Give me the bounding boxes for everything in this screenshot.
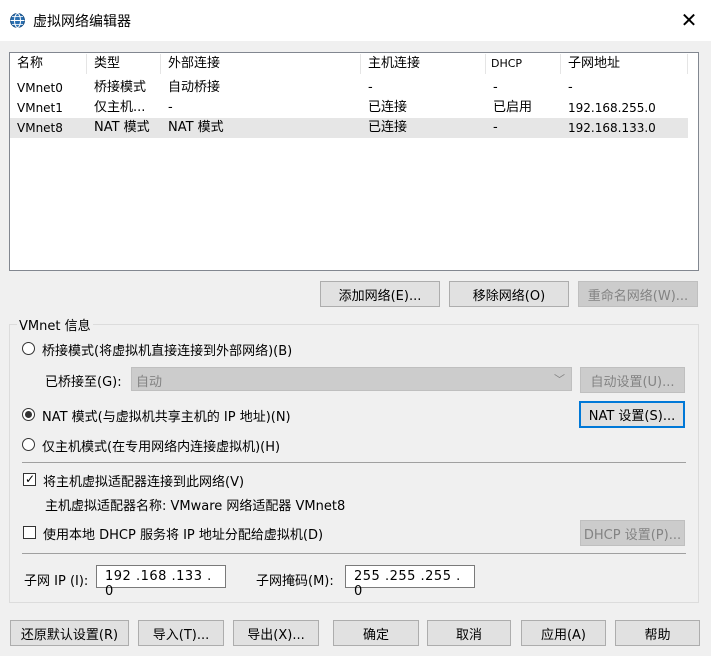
use-dhcp-checkbox[interactable] [23,526,36,539]
column-header-type[interactable]: 类型 [87,54,161,74]
subnet-ip-value: 192 .168 .133 . 0 [105,569,212,599]
bridge-mode-radio[interactable] [22,342,35,355]
subnet-mask-label: 子网掩码(M): [256,574,334,589]
subnet-mask-value: 255 .255 .255 . 0 [354,569,461,599]
table-row-selected[interactable]: VMnet8 NAT 模式 NAT 模式 已连接 - 192.168.133.0 [10,118,688,138]
add-network-button[interactable]: 添加网络(E)... [320,281,440,307]
close-icon: ✕ [680,8,698,32]
cell-external: - [168,100,173,115]
nat-mode-label[interactable]: NAT 模式(与虚拟机共享主机的 IP 地址)(N) [42,406,291,425]
subnet-ip-label: 子网 IP (I): [24,574,89,589]
network-globe-icon [10,13,25,28]
cell-name: VMnet0 [17,81,63,95]
title-bar: 虚拟网络编辑器 ✕ [0,0,711,41]
use-dhcp-label[interactable]: 使用本地 DHCP 服务将 IP 地址分配给虚拟机(D) [43,524,323,543]
network-list-header: 名称 类型 外部连接 主机连接 DHCP 子网地址 [10,54,688,74]
cell-external: NAT 模式 [168,120,224,135]
nat-mode-radio[interactable] [22,408,35,421]
cell-subnet: 192.168.255.0 [568,101,656,115]
apply-button[interactable]: 应用(A) [521,620,606,646]
cell-type: NAT 模式 [94,120,150,135]
import-button[interactable]: 导入(T)... [138,620,224,646]
separator [22,462,686,463]
cell-dhcp: - [493,120,498,135]
cell-type: 桥接模式 [94,80,147,95]
cell-name: VMnet8 [17,121,63,135]
export-button[interactable]: 导出(X)... [233,620,319,646]
cell-name: VMnet1 [17,101,63,115]
connect-adapter-label[interactable]: 将主机虚拟适配器连接到此网络(V) [43,471,244,490]
window-title: 虚拟网络编辑器 [33,14,131,30]
vmnet-info-group [9,324,699,603]
help-button[interactable]: 帮助 [615,620,700,646]
table-row[interactable]: VMnet0 桥接模式 自动桥接 - - - [10,78,688,98]
bridged-to-select[interactable]: 自动 ﹀ [131,367,572,391]
bridged-to-label: 已桥接至(G): [45,375,122,390]
subnet-ip-input[interactable]: 192 .168 .133 . 0 [96,565,226,599]
column-header-dhcp[interactable]: DHCP [486,54,561,74]
column-header-subnet[interactable]: 子网地址 [561,54,688,74]
table-row[interactable]: VMnet1 仅主机... - 已连接 已启用 192.168.255.0 [10,98,688,118]
checkmark-icon: ✓ [25,472,36,486]
column-header-name[interactable]: 名称 [10,54,87,74]
cell-subnet: 192.168.133.0 [568,121,656,135]
cell-dhcp: - [493,80,498,95]
restore-defaults-button[interactable]: 还原默认设置(R) [10,620,129,646]
network-list[interactable]: 名称 类型 外部连接 主机连接 DHCP 子网地址 VMnet0 桥接模式 自动… [9,52,699,271]
bridged-to-value: 自动 [136,375,163,390]
ok-button[interactable]: 确定 [333,620,419,646]
adapter-name-text: 主机虚拟适配器名称: VMware 网络适配器 VMnet8 [45,499,346,514]
cancel-button[interactable]: 取消 [427,620,511,646]
cell-external: 自动桥接 [168,80,221,95]
bridge-mode-label[interactable]: 桥接模式(将虚拟机直接连接到外部网络)(B) [42,340,292,359]
connect-adapter-checkbox[interactable]: ✓ [23,472,36,486]
cell-subnet: - [568,80,573,95]
column-header-host[interactable]: 主机连接 [361,54,486,74]
dhcp-settings-button[interactable]: DHCP 设置(P)... [580,520,685,546]
cell-host: 已连接 [368,120,408,135]
separator [22,553,686,554]
vmnet-info-label: VMnet 信息 [17,315,93,334]
host-only-label[interactable]: 仅主机模式(在专用网络内连接虚拟机)(H) [42,436,280,455]
subnet-mask-input[interactable]: 255 .255 .255 . 0 [345,565,475,599]
rename-network-button[interactable]: 重命名网络(W)... [578,281,698,307]
chevron-down-icon: ﹀ [554,373,565,386]
close-button[interactable]: ✕ [667,0,711,40]
column-header-external[interactable]: 外部连接 [161,54,361,74]
cell-host: - [368,80,373,95]
nat-settings-button[interactable]: NAT 设置(S)... [579,401,685,428]
auto-settings-button[interactable]: 自动设置(U)... [580,367,685,393]
host-only-radio[interactable] [22,438,35,451]
cell-host: 已连接 [368,100,408,115]
cell-dhcp: 已启用 [493,100,533,115]
cell-type: 仅主机... [94,100,146,115]
remove-network-button[interactable]: 移除网络(O) [449,281,569,307]
